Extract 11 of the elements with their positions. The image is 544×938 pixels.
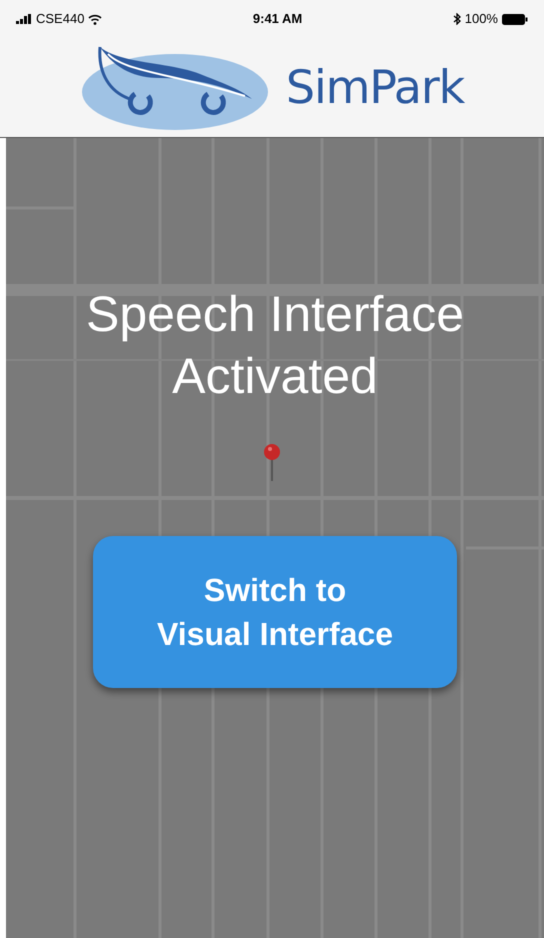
app-logo-text: SimPark	[286, 59, 464, 116]
clock-time: 9:41 AM	[252, 10, 302, 28]
wifi-icon	[88, 14, 102, 24]
switch-to-visual-button[interactable]: Switch to Visual Interface	[93, 536, 457, 688]
battery-percentage: 100%	[464, 10, 498, 28]
battery-icon	[502, 14, 528, 24]
bluetooth-icon	[452, 13, 461, 25]
carrier-name: CSE440	[36, 10, 84, 28]
speech-status-message: Speech Interface Activated	[84, 285, 466, 406]
map-pin-icon	[263, 443, 281, 483]
signal-icon	[16, 14, 32, 24]
